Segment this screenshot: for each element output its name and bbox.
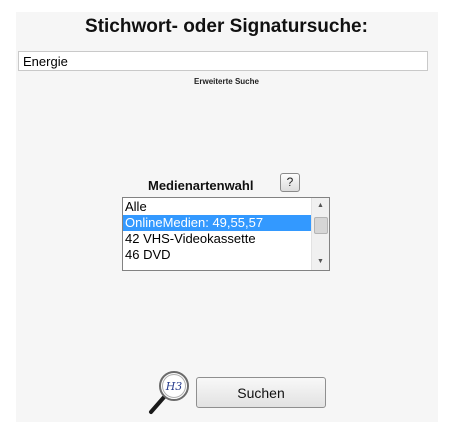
scroll-up-arrow-icon[interactable]: ▲ xyxy=(312,198,329,214)
page-title: Stichwort- oder Signatursuche: xyxy=(85,16,368,37)
list-item[interactable]: 42 VHS-Videokassette xyxy=(123,231,312,247)
magnifier-icon: H3 xyxy=(149,371,189,414)
list-item[interactable]: 46 DVD xyxy=(123,247,312,263)
advanced-search-link[interactable]: Erweiterte Suche xyxy=(0,77,453,86)
list-item-selected[interactable]: OnlineMedien: 49,55,57 xyxy=(123,215,312,231)
media-type-label: Medienartenwahl xyxy=(148,178,254,193)
scroll-down-arrow-icon[interactable]: ▼ xyxy=(312,254,329,270)
list-item[interactable]: Alle xyxy=(123,199,312,215)
search-input[interactable] xyxy=(18,51,428,71)
listbox-scrollbar[interactable]: ▲ ▼ xyxy=(311,198,329,270)
logo-text: H3 xyxy=(165,380,183,393)
scroll-thumb[interactable] xyxy=(314,217,328,234)
search-button[interactable]: Suchen xyxy=(196,377,326,408)
media-type-listbox[interactable]: Alle OnlineMedien: 49,55,57 42 VHS-Video… xyxy=(122,197,330,271)
help-button[interactable]: ? xyxy=(280,173,300,192)
